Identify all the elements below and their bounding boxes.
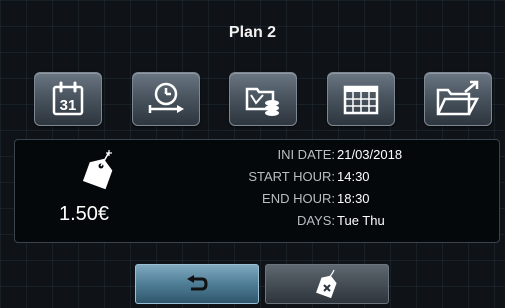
days-value: Tue Thu <box>337 213 385 228</box>
price-tag-icon <box>82 150 113 190</box>
calendar-date-button[interactable]: 31 <box>34 72 102 126</box>
page-title: Plan 2 <box>228 24 277 41</box>
plan-info-panel: 1.50€ INI DATE: 21/03/2018 START HOUR: 1… <box>14 139 500 243</box>
days-row: DAYS: Tue Thu <box>135 210 495 232</box>
folder-coins-button[interactable] <box>229 72 297 126</box>
days-label: DAYS: <box>296 213 335 228</box>
start-hour-value: 14:30 <box>337 169 370 184</box>
toolbar: 31 <box>34 72 492 126</box>
folder-coins-icon <box>245 87 279 116</box>
plan-details: INI DATE: 21/03/2018 START HOUR: 14:30 E… <box>135 144 495 232</box>
delete-tag-icon <box>316 269 337 299</box>
back-arrow-icon <box>187 275 208 291</box>
calendar-grid-button[interactable] <box>326 72 395 126</box>
ini-date-label: INI DATE: <box>277 147 335 162</box>
calendar-number: 31 <box>60 97 77 114</box>
end-hour-row: END HOUR: 18:30 <box>135 188 495 210</box>
open-folder-button[interactable] <box>424 72 492 126</box>
clock-arrow-icon <box>148 82 184 113</box>
calendar-grid-icon <box>343 85 378 115</box>
back-button[interactable] <box>135 264 259 304</box>
calendar-31-icon: 31 <box>52 81 84 116</box>
ini-date-row: INI DATE: 21/03/2018 <box>135 144 495 166</box>
open-folder-icon <box>436 80 480 116</box>
end-hour-label: END HOUR: <box>262 191 335 206</box>
time-schedule-button[interactable] <box>131 72 200 126</box>
ini-date-value: 21/03/2018 <box>337 147 403 162</box>
delete-price-button[interactable] <box>265 264 389 304</box>
start-hour-label: START HOUR: <box>248 169 335 184</box>
price-value: 1.50€ <box>59 203 110 225</box>
start-hour-row: START HOUR: 14:30 <box>135 166 495 188</box>
end-hour-value: 18:30 <box>337 191 370 206</box>
